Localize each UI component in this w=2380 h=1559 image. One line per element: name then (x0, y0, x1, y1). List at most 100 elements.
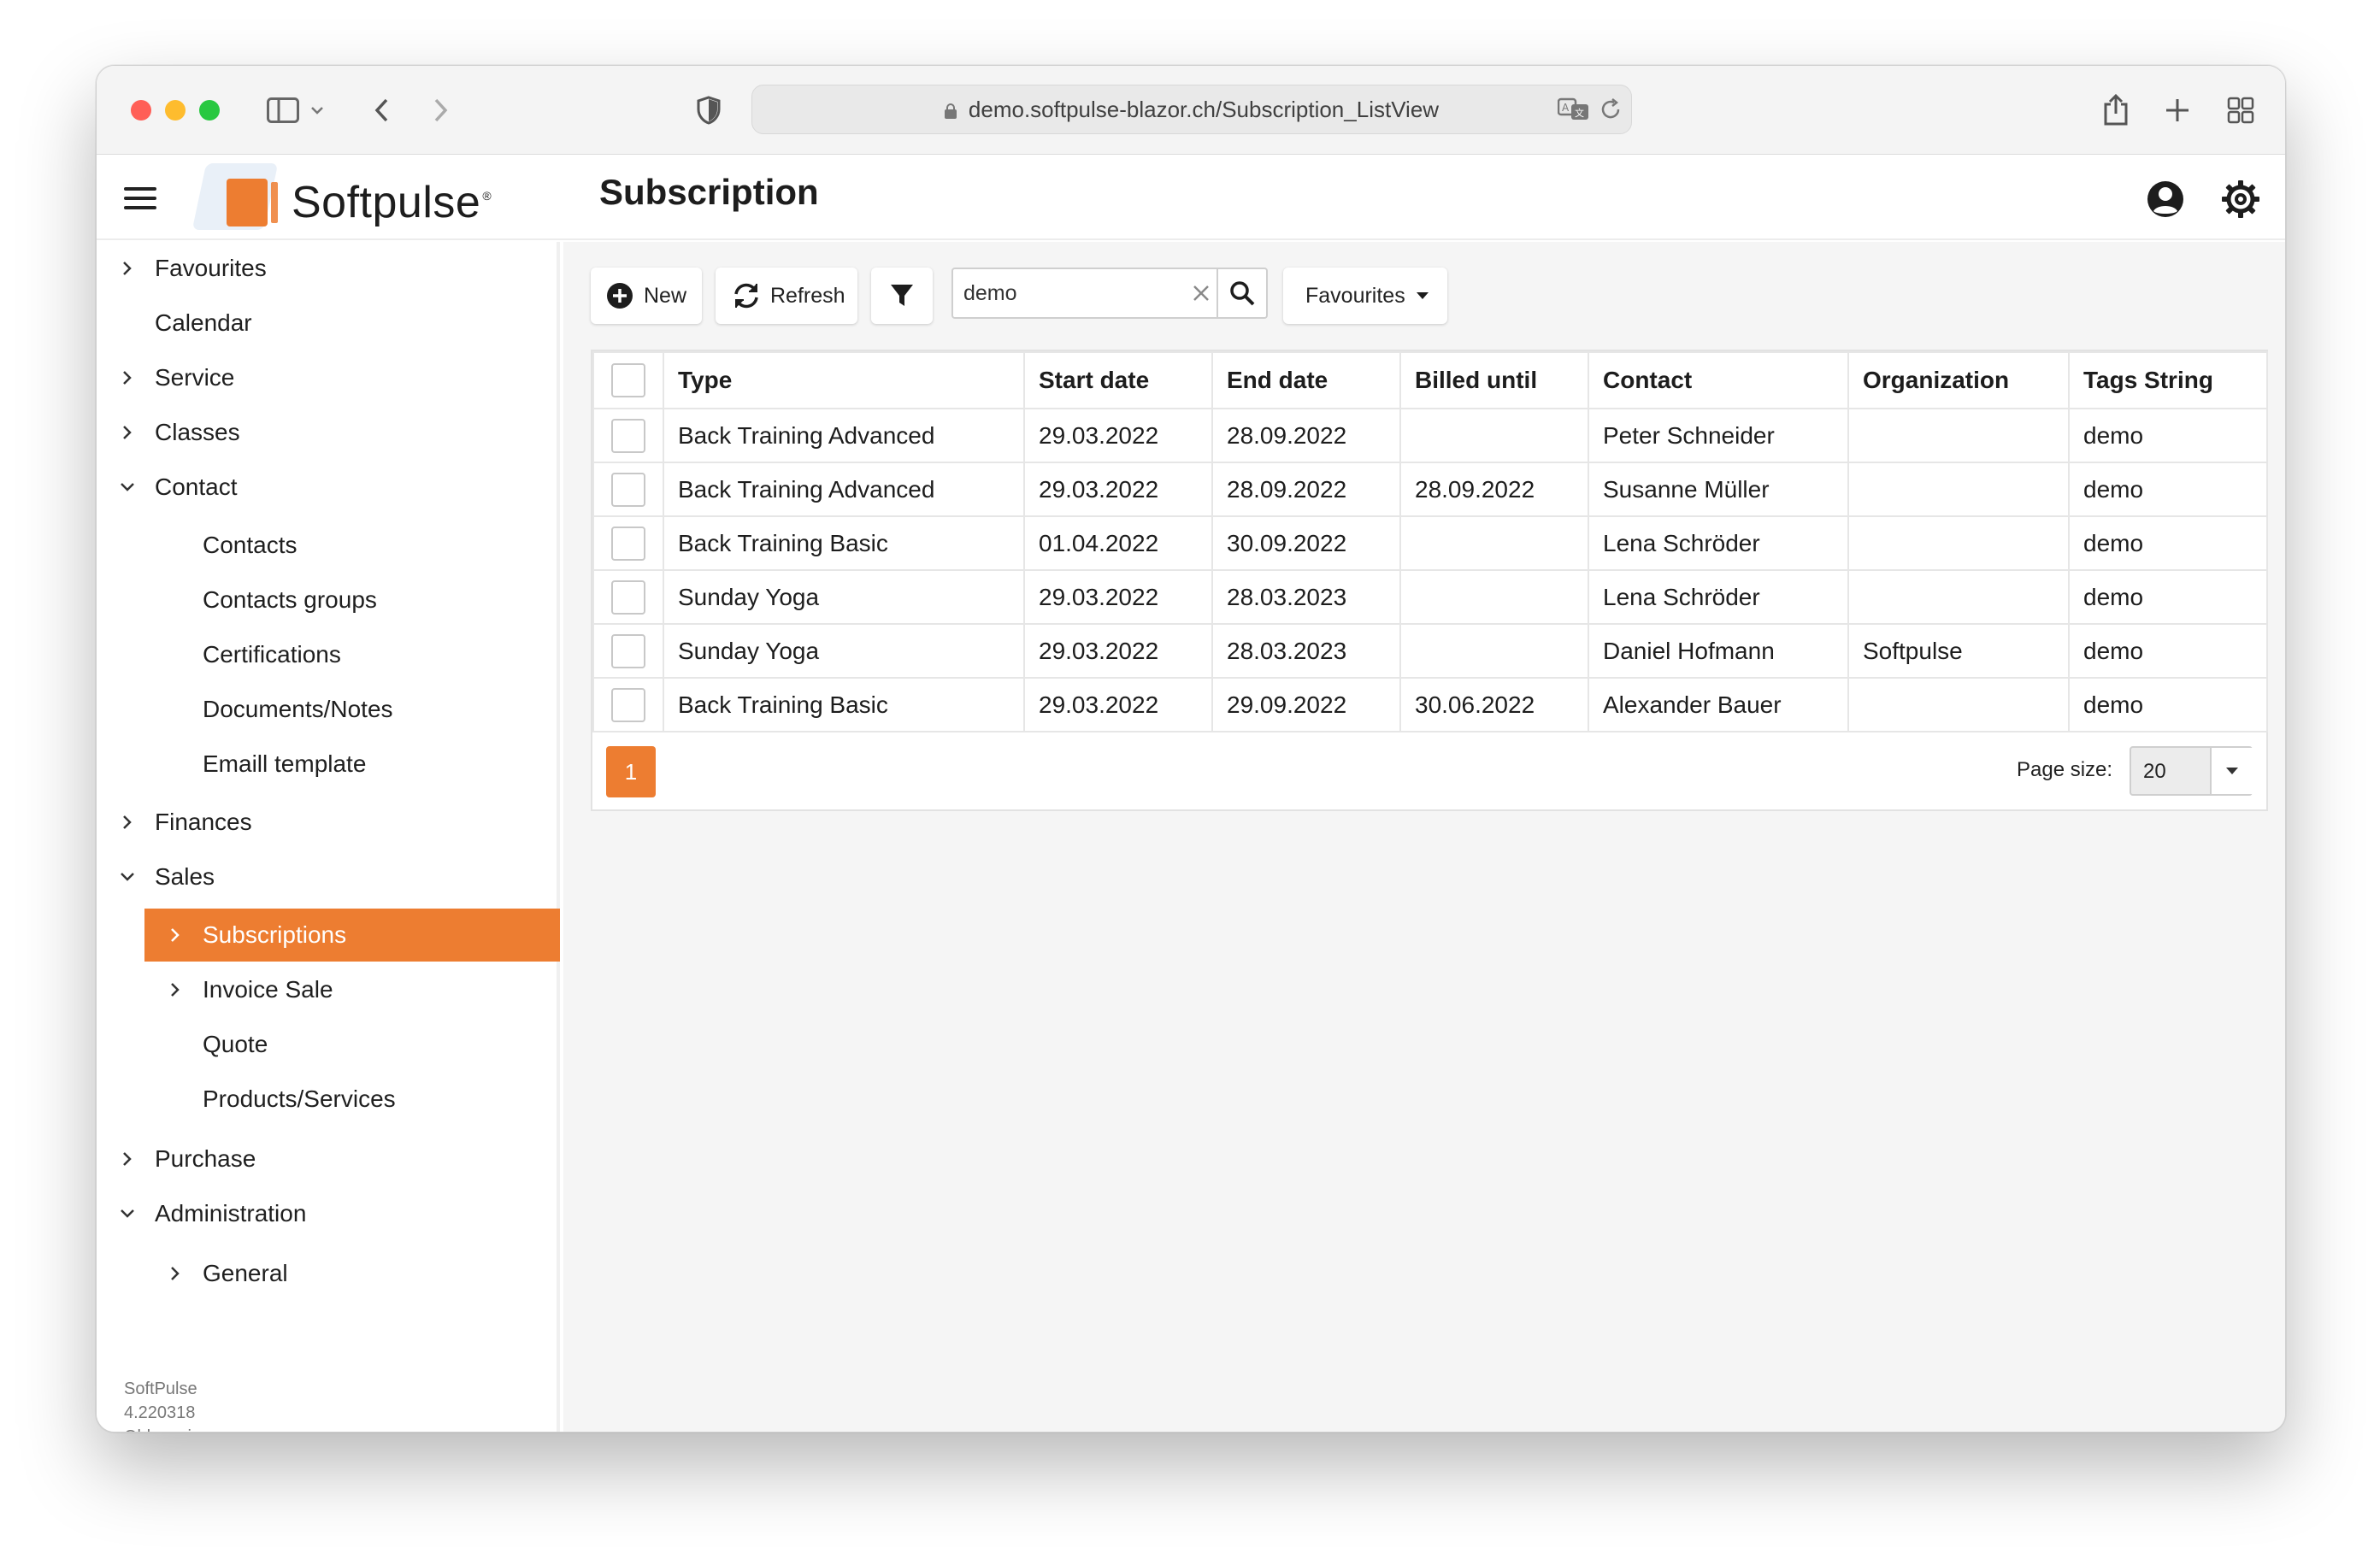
new-button-label: New (644, 283, 687, 308)
row-checkbox[interactable] (611, 526, 645, 561)
tab-overview-icon[interactable] (2224, 91, 2258, 129)
sidebar-item-general[interactable]: General (97, 1247, 560, 1300)
sidebar-item-finances[interactable]: Finances (97, 796, 560, 849)
column-header-end-date[interactable]: End date (1211, 351, 1401, 409)
sidebar-item-service[interactable]: Service (97, 351, 560, 404)
chevron-right-icon (165, 980, 186, 1000)
user-account-icon[interactable] (2145, 179, 2186, 220)
row-checkbox[interactable] (611, 687, 645, 722)
cell-end-date: 29.09.2022 (1211, 677, 1401, 732)
menu-icon[interactable] (124, 187, 156, 209)
new-tab-icon[interactable] (2160, 91, 2194, 129)
new-button[interactable]: New (591, 268, 702, 324)
refresh-button-label: Refresh (770, 283, 845, 308)
browser-toolbar: demo.softpulse-blazor.ch/Subscription_Li… (97, 66, 2285, 155)
sidebar-item-quote[interactable]: Quote (97, 1018, 560, 1071)
version-number: 4.220318 (124, 1403, 196, 1422)
column-header-organization[interactable]: Organization (1847, 351, 2070, 409)
column-header-tags-string[interactable]: Tags String (2068, 351, 2268, 409)
cell-type: Back Training Basic (663, 677, 1025, 732)
forward-icon[interactable] (428, 91, 454, 129)
sidebar-item-label: Subscriptions (203, 921, 347, 948)
svg-text:A: A (1562, 102, 1570, 114)
cell-start-date: 29.03.2022 (1023, 408, 1213, 463)
zoom-window-button[interactable] (199, 100, 220, 121)
close-window-button[interactable] (131, 100, 151, 121)
favourites-dropdown[interactable]: Favourites (1283, 268, 1447, 324)
gear-icon[interactable] (2220, 179, 2261, 220)
sidebar-item-label: Administration (155, 1200, 307, 1227)
column-header-type[interactable]: Type (663, 351, 1025, 409)
url-text: demo.softpulse-blazor.ch/Subscription_Li… (968, 97, 1440, 122)
row-checkbox[interactable] (611, 418, 645, 453)
plus-circle-icon (606, 282, 633, 309)
page-1-button[interactable]: 1 (606, 746, 656, 797)
sidebar-toggle-icon[interactable] (264, 91, 302, 129)
row-checkbox[interactable] (611, 472, 645, 507)
column-header-contact[interactable]: Contact (1588, 351, 1849, 409)
sidebar-item-subscriptions[interactable]: Subscriptions (144, 909, 560, 962)
minimize-window-button[interactable] (165, 100, 186, 121)
chevron-right-icon (165, 925, 186, 945)
cell-organization: Softpulse (1847, 623, 2070, 679)
sidebar-item-calendar[interactable]: Calendar (97, 297, 560, 350)
lock-icon (944, 103, 957, 119)
cell-type: Sunday Yoga (663, 569, 1025, 625)
row-checkbox[interactable] (611, 579, 645, 615)
table-row[interactable]: Back Training Advanced 29.03.2022 28.09.… (592, 408, 2268, 463)
table-row[interactable]: Back Training Basic 29.03.2022 29.09.202… (592, 677, 2268, 732)
sidebar-item-certifications[interactable]: Certifications (97, 628, 560, 681)
sidebar-item-label: Favourites (155, 255, 267, 281)
select-all-checkbox[interactable] (611, 363, 645, 397)
table-row[interactable]: Back Training Advanced 29.03.2022 28.09.… (592, 462, 2268, 517)
sidebar-item-classes[interactable]: Classes (97, 406, 560, 459)
cell-billed-until (1399, 569, 1589, 625)
chevron-down-icon (117, 867, 138, 887)
search-button[interactable] (1217, 269, 1266, 317)
logo-icon-accent (271, 182, 278, 223)
row-select-cell (592, 462, 664, 517)
filter-button[interactable] (871, 268, 933, 324)
sidebar-item-sales[interactable]: Sales (97, 850, 560, 903)
chevron-right-icon (165, 1263, 186, 1284)
table-row[interactable]: Sunday Yoga 29.03.2022 28.03.2023 Lena S… (592, 569, 2268, 625)
page-size-label: Page size: (2017, 758, 2113, 781)
cell-start-date: 29.03.2022 (1023, 623, 1213, 679)
sidebar-item-contacts-groups[interactable]: Contacts groups (97, 574, 560, 627)
sidebar-item-products-services[interactable]: Products/Services (97, 1073, 560, 1126)
sidebar-item-invoice-sale[interactable]: Invoice Sale (97, 963, 560, 1016)
row-checkbox[interactable] (611, 633, 645, 668)
sidebar-item-contacts[interactable]: Contacts (97, 519, 560, 572)
search-input[interactable] (953, 269, 1210, 317)
sidebar-item-email-template[interactable]: Emaill template (97, 738, 560, 791)
table-header-row: Type Start date End date Billed until Co… (592, 351, 2268, 409)
chevron-down-icon[interactable] (307, 91, 327, 129)
table-row[interactable]: Back Training Basic 01.04.2022 30.09.202… (592, 515, 2268, 571)
caret-down-icon[interactable] (2210, 748, 2253, 794)
sidebar-item-label: Sales (155, 863, 215, 890)
svg-text:文: 文 (1575, 107, 1584, 119)
sidebar-item-contact[interactable]: Contact (97, 461, 560, 514)
table-row[interactable]: Sunday Yoga 29.03.2022 28.03.2023 Daniel… (592, 623, 2268, 679)
sidebar-item-purchase[interactable]: Purchase (97, 1132, 560, 1185)
cell-end-date: 28.03.2023 (1211, 569, 1401, 625)
page-size-select[interactable]: 20 (2130, 746, 2253, 796)
cell-tags-string: demo (2068, 515, 2268, 571)
refresh-button[interactable]: Refresh (716, 268, 857, 324)
address-bar[interactable]: demo.softpulse-blazor.ch/Subscription_Li… (751, 85, 1632, 134)
share-icon[interactable] (2099, 91, 2133, 129)
column-header-start-date[interactable]: Start date (1023, 351, 1213, 409)
cell-tags-string: demo (2068, 408, 2268, 463)
cell-tags-string: demo (2068, 569, 2268, 625)
sidebar-item-administration[interactable]: Administration (97, 1187, 560, 1240)
back-icon[interactable] (368, 91, 394, 129)
sidebar-item-documents-notes[interactable]: Documents/Notes (97, 683, 560, 736)
sidebar-item-favourites[interactable]: Favourites (97, 242, 560, 295)
old-version-link[interactable]: Old version (124, 1425, 210, 1432)
clear-search-icon[interactable] (1189, 281, 1213, 305)
cell-type: Back Training Advanced (663, 408, 1025, 463)
privacy-shield-icon[interactable] (692, 91, 726, 129)
translate-icon[interactable]: A文 (1557, 97, 1590, 126)
reload-icon[interactable] (1599, 97, 1623, 126)
column-header-billed-until[interactable]: Billed until (1399, 351, 1589, 409)
